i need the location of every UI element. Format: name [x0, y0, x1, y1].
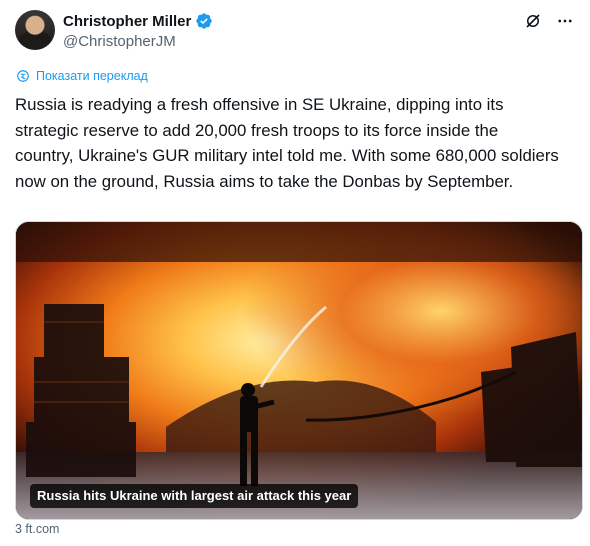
- translate-link[interactable]: Показати переклад: [16, 69, 148, 83]
- avatar[interactable]: [15, 10, 55, 50]
- author-name[interactable]: Christopher Miller: [63, 13, 191, 30]
- link-source[interactable]: 3 ft.com: [15, 522, 59, 536]
- translate-label: Показати переклад: [36, 69, 148, 83]
- header-actions: [524, 12, 574, 30]
- media-caption: Russia hits Ukraine with largest air att…: [30, 484, 359, 508]
- grok-icon[interactable]: [524, 12, 542, 30]
- tweet-header: Christopher Miller @ChristopherJM: [15, 10, 580, 54]
- more-icon[interactable]: [556, 12, 574, 30]
- translate-icon: [17, 70, 29, 82]
- author-row: Christopher Miller: [63, 12, 213, 30]
- tweet-media[interactable]: Russia hits Ukraine with largest air att…: [15, 221, 583, 520]
- tweet-text: Russia is readying a fresh offensive in …: [15, 95, 559, 191]
- fire-photo: [16, 222, 582, 519]
- author-handle[interactable]: @ChristopherJM: [63, 33, 176, 50]
- verified-badge-icon: [196, 13, 213, 29]
